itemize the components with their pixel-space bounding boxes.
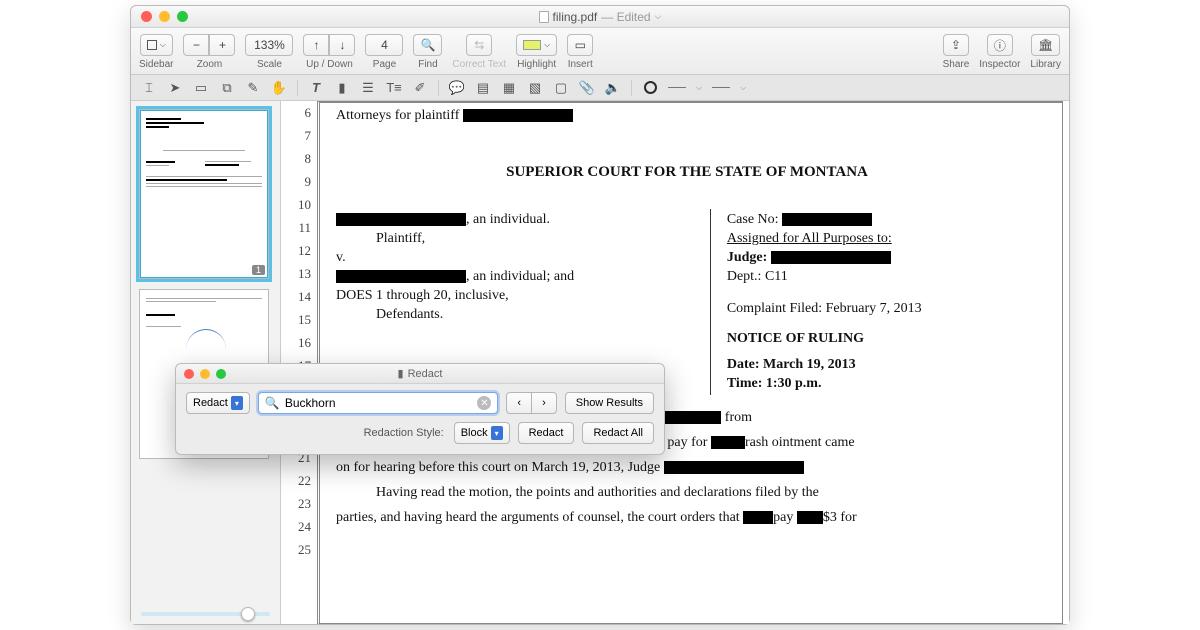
redaction-block: [711, 436, 745, 449]
link-tool[interactable]: ▢: [553, 80, 569, 96]
redact-search-field[interactable]: 🔍 ✕: [258, 392, 499, 414]
redact-tool[interactable]: ▮: [334, 80, 350, 96]
redact-titlebar: ▮ Redact: [176, 364, 664, 384]
text-select-tool[interactable]: ⌶: [141, 80, 157, 96]
next-result-button[interactable]: ›: [531, 392, 557, 414]
thumb-page-num: 1: [252, 265, 265, 275]
thumbnail-page-1[interactable]: 1: [139, 109, 269, 279]
clear-icon[interactable]: ✕: [477, 396, 491, 410]
redaction-block: [336, 213, 466, 226]
insert-label: Insert: [568, 59, 593, 70]
inspector-button[interactable]: ⓘ: [987, 34, 1013, 56]
hand-tool[interactable]: ✋: [271, 80, 287, 96]
spacing-tool[interactable]: T≡: [386, 80, 402, 96]
search-icon: 🔍: [265, 396, 280, 410]
format-tool[interactable]: ☰: [360, 80, 376, 96]
filename: filing.pdf: [553, 10, 598, 24]
page-label: Page: [373, 59, 396, 70]
page-field[interactable]: 4: [365, 34, 403, 56]
find-label: Find: [418, 59, 437, 70]
toolbar: ⌵ Sidebar − + Zoom 133% Scale ↑ ↓ Up / D…: [131, 28, 1069, 75]
redact-panel: ▮ Redact Redact ▾ 🔍 ✕ ‹ › Show Results Re…: [175, 363, 665, 455]
zoom-out-button[interactable]: −: [183, 34, 209, 56]
redaction-block: [797, 511, 823, 524]
chevron-down-icon[interactable]: ⌵: [655, 11, 662, 22]
redact-mode-select[interactable]: Redact ▾: [186, 392, 250, 414]
redaction-block: [771, 251, 891, 264]
pencil-tool[interactable]: ✎: [245, 80, 261, 96]
document-icon: [539, 11, 549, 23]
scale-field[interactable]: 133%: [245, 34, 293, 56]
redaction-block: [463, 109, 573, 122]
zoom-in-button[interactable]: +: [209, 34, 235, 56]
redaction-block: [336, 270, 466, 283]
share-icon: ⇪: [951, 38, 961, 52]
app-window: filing.pdf — Edited ⌵ ⌵ Sidebar − + Zoom…: [130, 5, 1070, 625]
search-icon: 🔍: [420, 38, 435, 52]
share-button[interactable]: ⇪: [943, 34, 969, 56]
sidebar-toggle[interactable]: ⌵: [140, 34, 173, 56]
edit-toolstrip: ⌶ ➤ ▭ ⧉ ✎ ✋ T ▮ ☰ T≡ ✐ 💬 ▤ ▦ ▧ ▢ 📎 🔈 ⌵ ⌵: [131, 75, 1069, 101]
attorneys-line: Attorneys for plaintiff: [336, 108, 459, 123]
library-label: Library: [1030, 59, 1061, 70]
share-label: Share: [943, 59, 970, 70]
correct-text-button[interactable]: ⇆: [466, 34, 492, 56]
select-tool[interactable]: ▭: [193, 80, 209, 96]
line-style[interactable]: [668, 87, 686, 88]
arrow-tool[interactable]: ➤: [167, 80, 183, 96]
text-tool[interactable]: T: [308, 80, 324, 96]
redact-icon: ▮: [398, 367, 404, 380]
shape-tool[interactable]: [642, 80, 658, 96]
attach-tool[interactable]: 📎: [579, 80, 595, 96]
redact-all-button[interactable]: Redact All: [582, 422, 654, 444]
window-title: filing.pdf — Edited ⌵: [131, 10, 1069, 24]
image-icon: ▭: [575, 38, 586, 52]
stamp-tool[interactable]: ▦: [501, 80, 517, 96]
page-up-button[interactable]: ↑: [303, 34, 329, 56]
page-down-button[interactable]: ↓: [329, 34, 355, 56]
redaction-style-label: Redaction Style:: [364, 427, 444, 439]
redaction-style-select[interactable]: Block ▾: [454, 422, 510, 444]
redact-title: Redact: [408, 368, 443, 380]
find-button[interactable]: 🔍: [413, 34, 442, 56]
redaction-block: [782, 213, 872, 226]
court-heading: SUPERIOR COURT FOR THE STATE OF MONTANA: [336, 164, 1038, 181]
scale-label: Scale: [257, 59, 282, 70]
library-icon: 🏛: [1038, 38, 1053, 52]
prev-result-button[interactable]: ‹: [506, 392, 531, 414]
sidebar-label: Sidebar: [139, 59, 173, 70]
correct-label: Correct Text: [452, 59, 506, 70]
library-button[interactable]: 🏛: [1031, 34, 1060, 56]
crop-tool[interactable]: ⧉: [219, 80, 235, 96]
titlebar: filing.pdf — Edited ⌵: [131, 6, 1069, 28]
chevron-down-icon: ▾: [231, 396, 243, 410]
line-weight[interactable]: [712, 87, 730, 88]
redaction-block: [743, 511, 773, 524]
insert-button[interactable]: ▭: [567, 34, 593, 56]
updown-label: Up / Down: [306, 59, 353, 70]
note-tool[interactable]: ▤: [475, 80, 491, 96]
highlight-swatch-icon: [523, 40, 541, 50]
edited-label: — Edited: [601, 10, 650, 24]
form-tool[interactable]: ▧: [527, 80, 543, 96]
redact-search-input[interactable]: [285, 396, 473, 410]
thumbnail-size-slider[interactable]: [141, 612, 270, 616]
highlight-label: Highlight: [517, 59, 556, 70]
highlight-button[interactable]: ⌵: [516, 34, 557, 56]
inspector-label: Inspector: [979, 59, 1020, 70]
redaction-block: [664, 461, 804, 474]
chevron-down-icon[interactable]: ⌵: [740, 83, 746, 93]
show-results-button[interactable]: Show Results: [565, 392, 654, 414]
chevron-down-icon: ▾: [491, 426, 503, 440]
redact-button[interactable]: Redact: [518, 422, 575, 444]
zoom-label: Zoom: [197, 59, 223, 70]
info-icon: ⓘ: [994, 37, 1006, 54]
highlighter-tool[interactable]: ✐: [412, 80, 428, 96]
chevron-down-icon[interactable]: ⌵: [696, 83, 702, 93]
sound-tool[interactable]: 🔈: [605, 80, 621, 96]
comment-tool[interactable]: 💬: [449, 80, 465, 96]
